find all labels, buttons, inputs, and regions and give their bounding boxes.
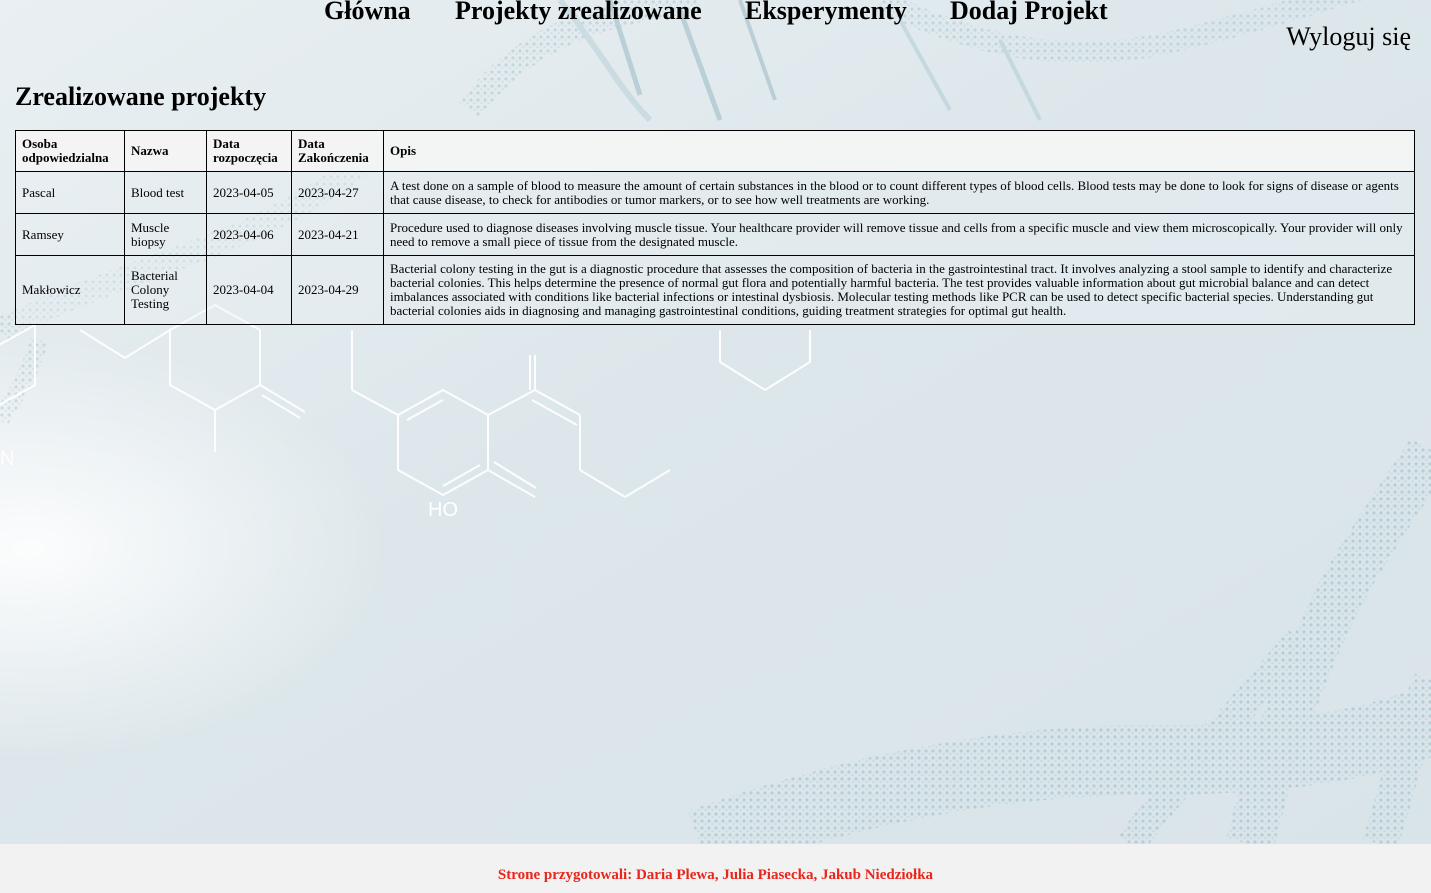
cell-description: Procedure used to diagnose diseases invo… bbox=[383, 213, 1415, 256]
column-header-person: Osoba odpowiedzialna bbox=[15, 130, 125, 172]
cell-start-date: 2023-04-05 bbox=[206, 171, 292, 214]
main-navigation: Główna Projekty zrealizowane Eksperyment… bbox=[0, 0, 1431, 30]
cell-name: Blood test bbox=[124, 171, 207, 214]
cell-end-date: 2023-04-27 bbox=[291, 171, 384, 214]
column-header-description: Opis bbox=[383, 130, 1415, 172]
cell-person: Ramsey bbox=[15, 213, 125, 256]
nav-link-experiments[interactable]: Eksperymenty bbox=[745, 0, 907, 26]
nav-link-home[interactable]: Główna bbox=[324, 0, 411, 26]
cell-description: A test done on a sample of blood to meas… bbox=[383, 171, 1415, 214]
table-row: Pascal Blood test 2023-04-05 2023-04-27 … bbox=[15, 171, 1415, 214]
cell-start-date: 2023-04-06 bbox=[206, 213, 292, 256]
footer-credits: Strone przygotowali: Daria Plewa, Julia … bbox=[497, 867, 934, 883]
cell-start-date: 2023-04-04 bbox=[206, 255, 292, 325]
cell-name: Bacterial Colony Testing bbox=[124, 255, 207, 325]
nav-link-add-project[interactable]: Dodaj Projekt bbox=[950, 0, 1108, 26]
cell-person: Makłowicz bbox=[15, 255, 125, 325]
cell-description: Bacterial colony testing in the gut is a… bbox=[383, 255, 1415, 325]
table-row: Makłowicz Bacterial Colony Testing 2023-… bbox=[15, 255, 1415, 325]
cell-end-date: 2023-04-21 bbox=[291, 213, 384, 256]
cell-person: Pascal bbox=[15, 171, 125, 214]
cell-end-date: 2023-04-29 bbox=[291, 255, 384, 325]
column-header-end-date: Data Zakończenia bbox=[291, 130, 384, 172]
column-header-start-date: Data rozpoczęcia bbox=[206, 130, 292, 172]
column-header-name: Nazwa bbox=[124, 130, 207, 172]
table-header-row: Osoba odpowiedzialna Nazwa Data rozpoczę… bbox=[15, 130, 1415, 172]
logout-link[interactable]: Wyloguj się bbox=[1286, 22, 1411, 52]
nav-link-completed-projects[interactable]: Projekty zrealizowane bbox=[455, 0, 702, 26]
page-footer: Strone przygotowali: Daria Plewa, Julia … bbox=[0, 844, 1431, 893]
projects-table: Osoba odpowiedzialna Nazwa Data rozpoczę… bbox=[15, 130, 1415, 325]
page-title: Zrealizowane projekty bbox=[15, 82, 267, 111]
cell-name: Muscle biopsy bbox=[124, 213, 207, 256]
table-row: Ramsey Muscle biopsy 2023-04-06 2023-04-… bbox=[15, 213, 1415, 256]
